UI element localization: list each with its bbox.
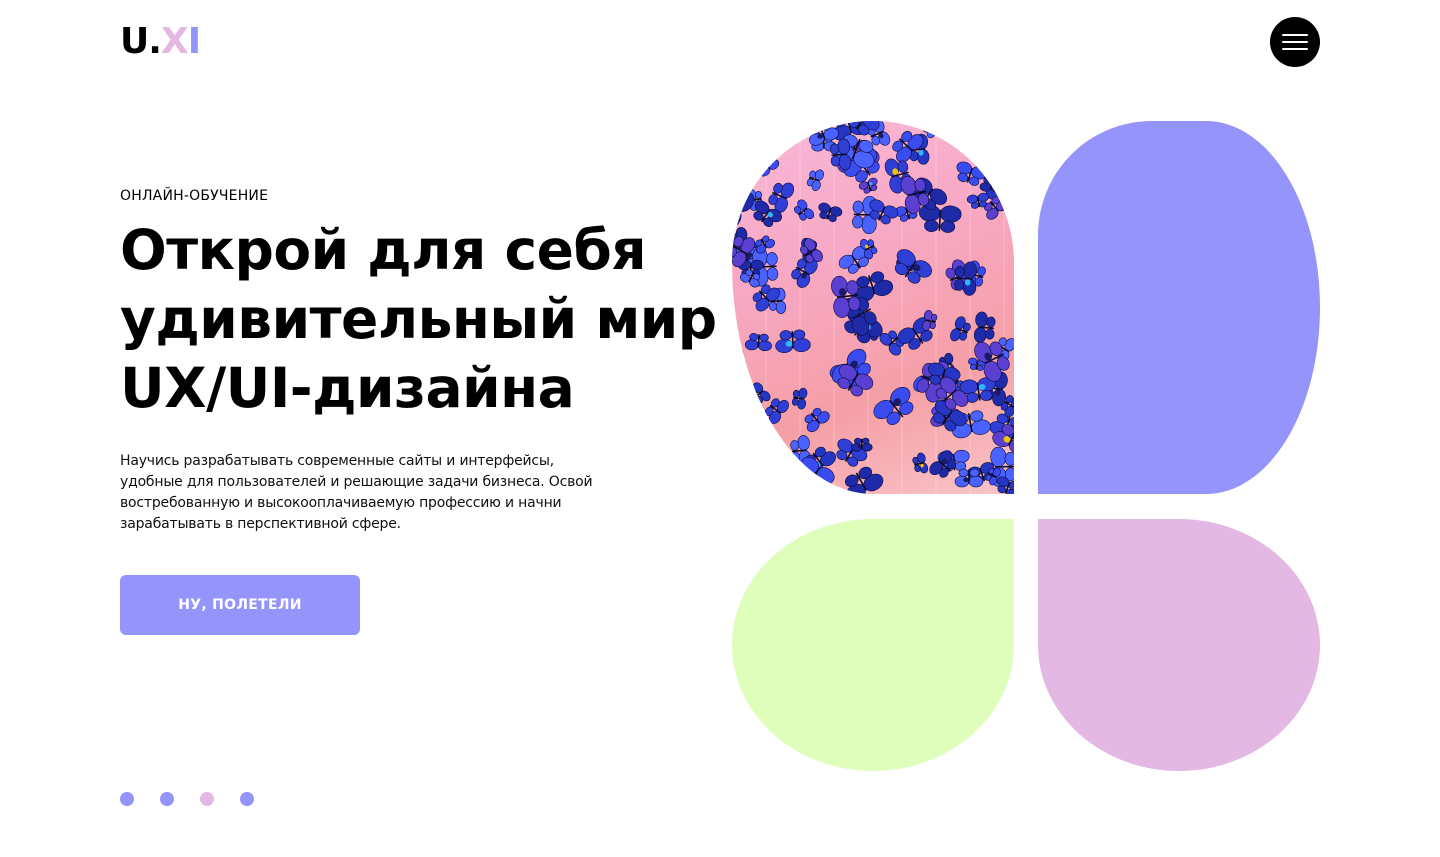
butterfly-shape [818,202,843,222]
cta-button[interactable]: НУ, ПОЛЕТЕЛИ [120,575,360,635]
hamburger-menu-icon-line [1282,48,1308,50]
slider-dot-2[interactable] [160,792,174,806]
slider-dot-1[interactable] [120,792,134,806]
headline-line-1: Открой для себя [120,218,647,282]
headline-line-3: UX/UI-дизайна [120,356,575,420]
butterfly-shape [894,249,932,284]
butterfly-shape [794,199,815,221]
butterfly-shape [768,182,795,213]
menu-button[interactable] [1270,17,1320,67]
butterfly-shape [775,329,811,353]
logo-part-x: X [160,21,189,62]
petal-bottom-left [732,519,1014,771]
butterfly-shape [973,311,996,343]
slider-dot-3[interactable] [200,792,214,806]
slider-pagination [120,792,254,806]
butterfly-shape [912,452,929,474]
butterfly-shape [769,126,791,142]
butterfly-shape [845,466,884,494]
butterflies-image [732,121,1014,494]
butterfly-shape [750,382,771,404]
hero-description: Научись разрабатывать современные сайты … [120,453,593,532]
hamburger-menu-icon-line [1282,41,1308,43]
butterfly-shape [1007,121,1014,136]
hamburger-menu-icon-line [1282,34,1308,36]
petal-illustration [732,121,1320,771]
butterflies-photo [732,121,1014,494]
butterfly-shape [804,407,830,433]
landing-page: U. X I ОНЛАЙН-ОБУЧЕНИЕ Открой для себя у… [0,0,1440,857]
butterfly-shape [744,333,772,352]
logo[interactable]: U. X I [120,21,201,62]
petal-bottom-right [1038,519,1320,771]
hero-headline: Открой для себя удивительный мир UX/UI-д… [120,216,740,423]
slider-dot-4[interactable] [240,792,254,806]
butterfly-shape [987,141,1013,165]
butterfly-shape [950,316,971,342]
hero-eyebrow: ОНЛАЙН-ОБУЧЕНИЕ [120,188,269,204]
butterfly-shape [873,386,914,425]
logo-part-u: U. [120,21,162,62]
headline-line-2: удивительный мир [120,287,717,351]
logo-part-i: I [187,21,201,62]
butterfly-shape [806,169,824,192]
petal-top-right [1038,121,1320,494]
butterfly-shape [770,473,792,494]
butterfly-shape [954,468,984,488]
butterfly-shape [791,387,808,410]
butterfly-shape [732,345,744,365]
butterfly-shape [918,204,962,233]
